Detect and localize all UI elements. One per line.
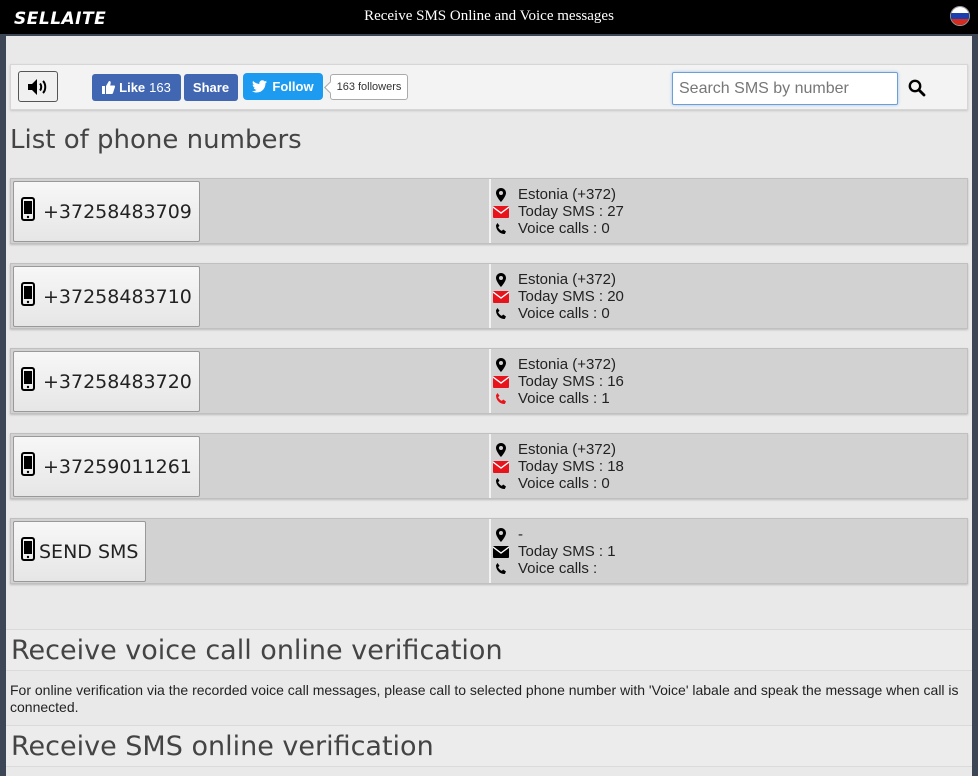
envelope-icon — [493, 545, 509, 559]
phone-number-button[interactable]: +37258483710 — [13, 266, 200, 327]
envelope-icon — [493, 290, 509, 304]
country-label: Estonia (+372) — [518, 186, 616, 203]
number-row: +37258483710 Estonia (+372) Today SMS : … — [10, 263, 968, 329]
number-row: +37258483720 Estonia (+372) Today SMS : … — [10, 348, 968, 414]
sms-count-label: Today SMS : 20 — [518, 288, 624, 305]
number-row: SEND SMS - Today SMS : 1 Voice calls : — [10, 518, 968, 584]
voice-calls-label: Voice calls : — [518, 560, 598, 577]
voice-calls-label: Voice calls : 0 — [518, 220, 610, 237]
voice-calls-label: Voice calls : 0 — [518, 305, 610, 322]
map-marker-icon — [493, 272, 509, 287]
mobile-phone-icon — [21, 536, 35, 561]
follow-label: Follow — [272, 79, 314, 94]
country-label: Estonia (+372) — [518, 356, 616, 373]
number-row: +37258483709 Estonia (+372) Today SMS : … — [10, 178, 968, 244]
twitter-bird-icon — [252, 80, 268, 93]
country-label: Estonia (+372) — [518, 441, 616, 458]
phone-number-label: +37258483720 — [43, 370, 192, 393]
phone-number-label: +37258483710 — [43, 285, 192, 308]
mobile-phone-icon — [21, 196, 35, 221]
facebook-share-button[interactable]: Share — [184, 74, 238, 101]
site-title: Receive SMS Online and Voice messages — [364, 8, 614, 24]
phone-number-label: +37258483709 — [43, 200, 192, 223]
search-icon[interactable] — [907, 78, 927, 98]
send-sms-button[interactable]: SEND SMS — [13, 521, 147, 582]
voice-calls-label: Voice calls : 0 — [518, 475, 610, 492]
phone-number-button[interactable]: +37258483720 — [13, 351, 200, 412]
voice-section-title: Receive voice call online verification — [6, 629, 972, 671]
like-label: Like — [119, 80, 146, 95]
country-label: - — [518, 526, 523, 543]
sms-count-label: Today SMS : 27 — [518, 203, 624, 220]
mobile-phone-icon — [21, 366, 35, 391]
phone-icon — [493, 477, 509, 491]
phone-icon — [493, 392, 509, 406]
twitter-follow-button[interactable]: Follow — [243, 73, 323, 100]
country-label: Estonia (+372) — [518, 271, 616, 288]
mobile-phone-icon — [21, 281, 35, 306]
thumbs-up-icon — [102, 81, 116, 94]
phone-number-button[interactable]: +37259011261 — [13, 436, 200, 497]
phone-icon — [493, 562, 509, 576]
map-marker-icon — [493, 442, 509, 457]
search-input[interactable] — [672, 72, 898, 105]
toolbar: Like 163 Share Follow 163 followers — [10, 64, 968, 110]
voice-section-text: For online verification via the recorded… — [10, 682, 959, 715]
envelope-icon — [493, 375, 509, 389]
like-count: 163 — [149, 80, 171, 95]
facebook-like-button[interactable]: Like 163 — [92, 74, 181, 101]
map-marker-icon — [493, 527, 509, 542]
speaker-icon — [28, 78, 47, 95]
envelope-icon — [493, 460, 509, 474]
sms-count-label: Today SMS : 18 — [518, 458, 624, 475]
page-title: List of phone numbers — [10, 125, 302, 155]
top-bar: SELLAITE Receive SMS Online and Voice me… — [0, 0, 978, 34]
followers-count: 163 followers — [330, 74, 408, 100]
phone-icon — [493, 307, 509, 321]
map-marker-icon — [493, 357, 509, 372]
send-sms-label: SEND SMS — [39, 540, 139, 563]
voice-calls-label: Voice calls : 1 — [518, 390, 610, 407]
russian-flag-icon[interactable] — [950, 6, 970, 26]
phone-number-button[interactable]: +37258483709 — [13, 181, 200, 242]
sms-count-label: Today SMS : 1 — [518, 543, 616, 560]
map-marker-icon — [493, 187, 509, 202]
number-row: +37259011261 Estonia (+372) Today SMS : … — [10, 433, 968, 499]
envelope-icon — [493, 205, 509, 219]
sms-count-label: Today SMS : 16 — [518, 373, 624, 390]
sound-toggle-button[interactable] — [18, 71, 58, 102]
mobile-phone-icon — [21, 451, 35, 476]
sms-section-title: Receive SMS online verification — [6, 725, 972, 767]
phone-icon — [493, 222, 509, 236]
page-content: Like 163 Share Follow 163 followers List… — [6, 36, 972, 776]
phone-number-label: +37259011261 — [43, 455, 192, 478]
